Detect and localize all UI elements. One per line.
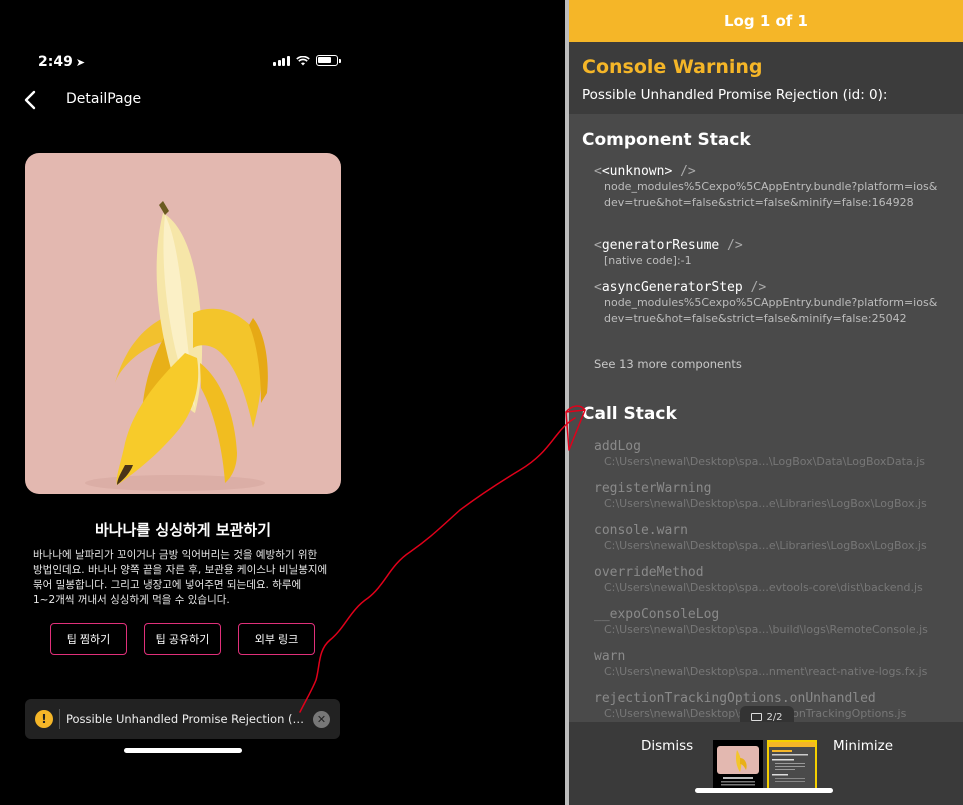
battery-icon: [315, 55, 341, 66]
home-indicator: [695, 788, 833, 793]
status-time-text: 2:49: [38, 54, 73, 70]
logbox-header: Log 1 of 1: [569, 0, 963, 42]
frame-location: C:\Users\newal\Desktop\spa...e\Libraries…: [604, 539, 927, 552]
frame-name: __expoConsoleLog: [594, 607, 720, 622]
warning-toast[interactable]: ! Possible Unhandled Promise Rejection (…: [25, 699, 340, 739]
save-tip-button[interactable]: 팁 찜하기: [50, 623, 127, 655]
pager-count: 2/2: [766, 711, 783, 723]
status-bar-indicators: [273, 55, 341, 66]
frame-location: [native code]:-1: [604, 254, 692, 267]
component-frame[interactable]: <<unknown> /> node_modules%5Cexpo%5CAppE…: [594, 164, 939, 211]
component-frame[interactable]: <generatorResume /> [native code]:-1: [594, 238, 939, 269]
call-frame[interactable]: overrideMethod C:\Users\newal\Desktop\sp…: [594, 565, 939, 596]
app-screen: 2:49 ➤ DetailPage 바나나를 싱싱하게 보관하기 바나나에 날파…: [0, 0, 565, 805]
minimize-button[interactable]: Minimize: [833, 738, 893, 754]
toast-message: Possible Unhandled Promise Rejection (id…: [66, 712, 307, 726]
call-frame[interactable]: registerWarning C:\Users\newal\Desktop\s…: [594, 481, 939, 512]
see-more-components-link[interactable]: See 13 more components: [594, 357, 742, 371]
frame-location: node_modules%5Cexpo%5CAppEntry.bundle?pl…: [604, 296, 938, 325]
warning-block: Console Warning Possible Unhandled Promi…: [569, 42, 963, 114]
call-frame[interactable]: console.warn C:\Users\newal\Desktop\spa.…: [594, 523, 939, 554]
call-frame[interactable]: warn C:\Users\newal\Desktop\spa...nment\…: [594, 649, 939, 680]
component-stack-title: Component Stack: [582, 130, 751, 150]
frame-name: generatorResume: [601, 238, 720, 253]
frame-location: C:\Users\newal\Desktop\spa...\build\logs…: [604, 623, 928, 636]
wifi-icon: [295, 55, 310, 65]
logbox-screen: Log 1 of 1 Console Warning Possible Unha…: [569, 0, 963, 805]
share-tip-button[interactable]: 팁 공유하기: [144, 623, 221, 655]
warning-title: Console Warning: [582, 56, 763, 78]
warning-message: Possible Unhandled Promise Rejection (id…: [582, 87, 888, 103]
component-frame[interactable]: <asyncGeneratorStep /> node_modules%5Cex…: [594, 280, 939, 327]
call-stack-title: Call Stack: [582, 404, 677, 424]
frame-location: C:\Users\newal\Desktop\spa...\LogBox\Dat…: [604, 455, 925, 468]
close-icon[interactable]: ✕: [313, 710, 330, 728]
frame-location: C:\Users\newal\Desktop\spa...evtools-cor…: [604, 581, 923, 594]
frame-name: rejectionTrackingOptions.onUnhandled: [594, 691, 876, 706]
warning-icon: !: [35, 710, 53, 728]
frame-location: C:\Users\newal\Desktop\spa...e\Libraries…: [604, 497, 927, 510]
frame-location: C:\Users\newal\Desktop\spa...nment\react…: [604, 665, 928, 678]
page-title: DetailPage: [66, 91, 142, 107]
back-chevron-icon[interactable]: [20, 88, 42, 112]
logbox-footer: Dismiss Minimize: [569, 722, 963, 805]
windows-icon: [751, 713, 763, 721]
call-frame[interactable]: __expoConsoleLog C:\Users\newal\Desktop\…: [594, 607, 939, 638]
cellular-signal-icon: [273, 55, 290, 66]
app-window-thumbnail[interactable]: [713, 740, 763, 790]
frame-name: asyncGeneratorStep: [601, 280, 743, 295]
frame-name: addLog: [594, 439, 641, 454]
dismiss-button[interactable]: Dismiss: [641, 738, 693, 754]
article-title: 바나나를 싱싱하게 보관하기: [94, 521, 272, 539]
frame-name: console.warn: [594, 523, 688, 538]
frame-name: warn: [594, 649, 626, 664]
banana-image: [25, 153, 341, 494]
external-link-button[interactable]: 외부 링크: [238, 623, 315, 655]
status-bar-time: 2:49 ➤: [38, 54, 85, 70]
home-indicator: [124, 748, 242, 753]
action-buttons: 팁 찜하기 팁 공유하기 외부 링크: [50, 623, 315, 655]
frame-name: overrideMethod: [594, 565, 704, 580]
logbox-window-thumbnail[interactable]: [767, 740, 817, 790]
frame-location: node_modules%5Cexpo%5CAppEntry.bundle?pl…: [604, 180, 938, 209]
frame-name: <unknown>: [601, 164, 673, 179]
toast-divider: [59, 709, 60, 729]
call-frame[interactable]: addLog C:\Users\newal\Desktop\spa...\Log…: [594, 439, 939, 470]
location-arrow-icon: ➤: [75, 56, 86, 69]
article-body: 바나나에 날파리가 꼬이거나 금방 익어버리는 것을 예방하기 위한 방법인데요…: [33, 549, 328, 606]
frame-name: registerWarning: [594, 481, 712, 496]
